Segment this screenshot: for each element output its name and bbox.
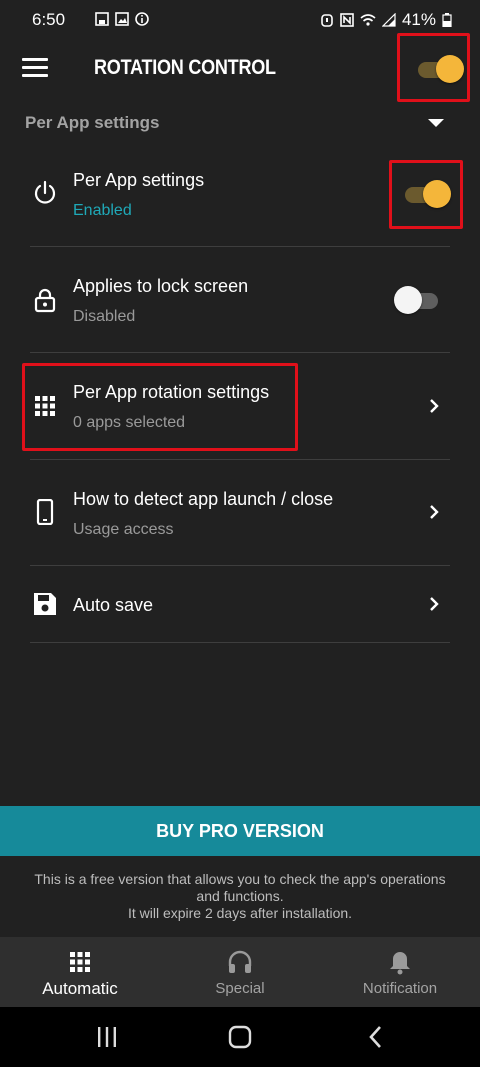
highlight-box-master-toggle — [397, 33, 470, 102]
wifi-icon — [360, 14, 376, 26]
row-subtitle: Usage access — [73, 521, 174, 538]
nfc-icon — [340, 13, 354, 27]
app-title: ROTATION CONTROL — [94, 56, 276, 79]
back-icon[interactable] — [362, 1023, 390, 1051]
system-navigation-bar — [0, 1007, 480, 1067]
tab-label: Special — [215, 980, 265, 997]
status-notification-icons — [95, 12, 149, 26]
chevron-right-icon — [430, 399, 439, 413]
row-title: Auto save — [73, 595, 154, 615]
highlight-box-rotation-settings — [22, 363, 298, 451]
chevron-right-icon — [430, 505, 439, 519]
tab-automatic[interactable]: Automatic — [0, 937, 160, 1007]
divider — [30, 642, 450, 643]
free-note-line: It will expire 2 days after installation… — [127, 905, 353, 921]
free-note-line: This is a free version that allows you t… — [34, 871, 446, 887]
section-title: Per App settings — [25, 113, 160, 132]
battery-percent: 41% — [401, 10, 436, 29]
tab-notification[interactable]: Notification — [320, 937, 480, 1007]
bell-icon — [390, 952, 410, 975]
tab-special[interactable]: Special — [160, 937, 320, 1007]
headphones-icon — [228, 950, 252, 973]
buy-pro-button[interactable]: BUY PRO VERSION — [0, 806, 480, 856]
tab-label: Notification — [362, 980, 438, 997]
status-right-icons: 41% — [320, 10, 452, 30]
alarm-status-icon — [321, 14, 333, 27]
free-version-note: This is a free version that allows you t… — [0, 871, 480, 922]
bottom-navigation: Automatic Special Notification — [0, 937, 480, 1007]
signal-icon — [381, 13, 396, 27]
save-icon — [34, 593, 56, 615]
apps-grid-icon — [70, 952, 90, 972]
image-status-icon — [115, 12, 129, 26]
battery-icon — [442, 13, 452, 27]
save-status-icon — [95, 12, 109, 26]
row-title: How to detect app launch / close — [73, 489, 334, 509]
lock-screen-switch[interactable] — [394, 286, 438, 314]
home-icon[interactable] — [226, 1023, 254, 1051]
menu-icon[interactable] — [22, 58, 48, 80]
phone-icon — [36, 499, 54, 525]
highlight-box-per-app-switch — [389, 160, 463, 229]
recent-apps-icon[interactable] — [93, 1023, 121, 1051]
power-icon — [34, 180, 56, 204]
tab-label: Automatic — [42, 979, 118, 998]
row-title: Per App settings — [73, 170, 205, 190]
free-note-line: and functions. — [196, 888, 284, 904]
info-status-icon — [135, 12, 149, 26]
row-auto-save[interactable]: Auto save — [0, 566, 480, 642]
lock-icon — [34, 288, 56, 313]
caret-down-icon[interactable] — [428, 119, 444, 127]
row-title: Applies to lock screen — [73, 276, 249, 296]
row-subtitle: Enabled — [73, 202, 132, 219]
chevron-right-icon — [430, 597, 439, 611]
row-detect-app-launch[interactable]: How to detect app launch / close Usage a… — [0, 460, 480, 566]
status-time: 6:50 — [32, 10, 66, 29]
row-subtitle: Disabled — [73, 308, 136, 325]
